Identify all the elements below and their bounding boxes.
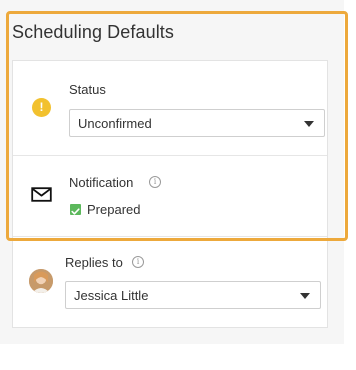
- divider: [13, 236, 327, 237]
- replies-label: Replies to: [65, 255, 123, 270]
- prepared-checkbox-label: Prepared: [87, 202, 141, 217]
- notification-label: Notification: [69, 175, 134, 190]
- status-select-value: Unconfirmed: [78, 116, 152, 131]
- info-icon[interactable]: i: [149, 176, 161, 188]
- avatar-image: [29, 269, 53, 293]
- prepared-checkbox[interactable]: [70, 204, 81, 215]
- replies-select-value: Jessica Little: [74, 288, 149, 303]
- panel-title: Scheduling Defaults: [12, 22, 175, 42]
- replies-select[interactable]: Jessica Little: [65, 281, 321, 309]
- status-select[interactable]: Unconfirmed: [69, 109, 325, 137]
- envelope-icon: [31, 187, 52, 202]
- status-label: Status: [69, 82, 106, 97]
- page: Scheduling Defaults ! Status Unconfirmed…: [0, 0, 356, 370]
- settings-card: ! Status Unconfirmed Notification i Prep…: [12, 60, 328, 328]
- check-icon: [71, 208, 80, 215]
- chevron-down-icon: [304, 121, 314, 127]
- divider: [13, 155, 327, 156]
- info-icon[interactable]: i: [132, 256, 144, 268]
- user-avatar: [29, 269, 53, 293]
- exclamation-icon: !: [32, 98, 51, 117]
- chevron-down-icon: [300, 293, 310, 299]
